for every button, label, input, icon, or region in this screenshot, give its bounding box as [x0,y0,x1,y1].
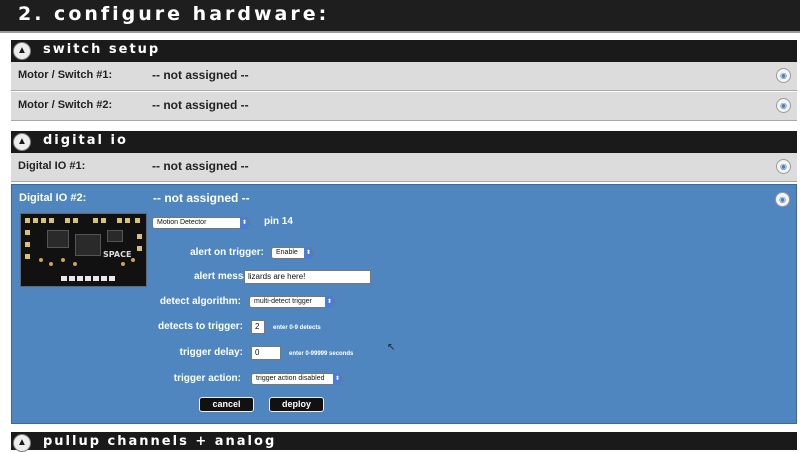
alert-on-trigger-select[interactable]: Enable ⬍ [271,247,314,259]
trigger-action-value: trigger action disabled [256,375,325,382]
row-value: -- not assigned -- [152,68,249,82]
board-pad [73,262,77,266]
alert-on-trigger-value: Enable [276,249,298,256]
row-value: -- not assigned -- [152,159,249,173]
collapse-up-icon[interactable]: ▲ [13,434,31,452]
board-connector [77,276,83,281]
dropdown-arrow-icon: ⬍ [240,217,249,229]
detect-algorithm-label: detect algorithm: [159,296,241,307]
board-pin [135,218,140,223]
trigger-delay-label: trigger delay: [179,347,243,358]
board-chip [47,230,69,248]
row-value: -- not assigned -- [152,98,249,112]
board-pin [93,218,98,223]
section-title: pullup channels + analog [43,434,277,449]
section-title: switch setup [43,42,161,57]
section-pullup-header[interactable]: ▲ pullup channels + analog [11,432,797,452]
edit-circle-icon[interactable]: ◉ [776,68,791,83]
board-pin [73,218,78,223]
board-connector [101,276,107,281]
panel-value: -- not assigned -- [153,191,250,205]
mouse-cursor-icon: ↖ [387,342,396,353]
pin-label: pin 14 [264,216,293,227]
edit-circle-icon[interactable]: ◉ [775,192,790,207]
cancel-button[interactable]: cancel [199,397,254,412]
digital-io-2-panel: Digital IO #2: -- not assigned -- ◉ SPAC… [11,184,797,424]
motor-switch-1-row[interactable]: Motor / Switch #1: -- not assigned -- ◉ [11,62,797,91]
edit-circle-icon[interactable]: ◉ [776,98,791,113]
board-pin [65,218,70,223]
board-connector [69,276,75,281]
board-chip [75,234,101,256]
trigger-delay-input[interactable]: 0 [251,346,281,360]
board-pin [33,218,38,223]
alert-message-input[interactable]: lizards are here! [244,270,371,284]
board-pin [25,254,30,259]
board-chip [107,230,123,242]
detect-algorithm-value: multi-detect trigger [254,298,312,305]
trigger-action-select[interactable]: trigger action disabled ⬍ [251,373,343,385]
board-pin [117,218,122,223]
row-label: Motor / Switch #2: [18,99,113,111]
row-label: Digital IO #1: [18,160,86,172]
motor-switch-2-row[interactable]: Motor / Switch #2: -- not assigned -- ◉ [11,92,797,121]
board-pad [61,258,65,262]
section-digital-io-header[interactable]: ▲ digital io [11,131,797,153]
digital-io-1-row[interactable]: Digital IO #1: -- not assigned -- ◉ [11,153,797,182]
board-pad [49,262,53,266]
board-pin [137,234,142,239]
board-pin [49,218,54,223]
dropdown-arrow-icon: ⬍ [304,247,313,259]
device-type-select[interactable]: Motion Detector ⬍ [152,217,250,229]
detects-to-trigger-input[interactable]: 2 [251,320,265,334]
board-pin [25,242,30,247]
board-pad [121,262,125,266]
collapse-up-icon[interactable]: ▲ [13,42,31,60]
alert-message-label: alert message: [193,271,264,282]
collapse-up-icon[interactable]: ▲ [13,133,31,151]
board-pin [25,230,30,235]
panel-label: Digital IO #2: [19,192,87,204]
dropdown-arrow-icon: ⬍ [325,296,334,308]
detect-algorithm-select[interactable]: multi-detect trigger ⬍ [249,296,335,308]
edit-circle-icon[interactable]: ◉ [776,159,791,174]
board-pin [101,218,106,223]
alert-on-trigger-label: alert on trigger: [190,247,264,258]
detects-to-trigger-label: detects to trigger: [157,321,243,332]
deploy-button[interactable]: deploy [269,397,324,412]
board-connector [61,276,67,281]
section-switch-setup-header[interactable]: ▲ switch setup [11,40,797,62]
trigger-delay-hint: enter 0-99999 seconds [289,351,354,357]
detects-to-trigger-hint: enter 0-9 detects [273,325,321,331]
board-pad [131,258,135,262]
board-pin [125,218,130,223]
page-title: 2. configure hardware: [18,3,330,25]
trigger-action-label: trigger action: [173,373,241,384]
device-type-value: Motion Detector [157,219,207,226]
row-label: Motor / Switch #1: [18,69,113,81]
dropdown-arrow-icon: ⬍ [333,373,342,385]
board-pin [41,218,46,223]
board-pad [39,258,43,262]
board-connector [85,276,91,281]
section-title: digital io [43,133,128,148]
page-header: 2. configure hardware: [0,0,800,33]
board-pin [25,218,30,223]
board-connector [93,276,99,281]
